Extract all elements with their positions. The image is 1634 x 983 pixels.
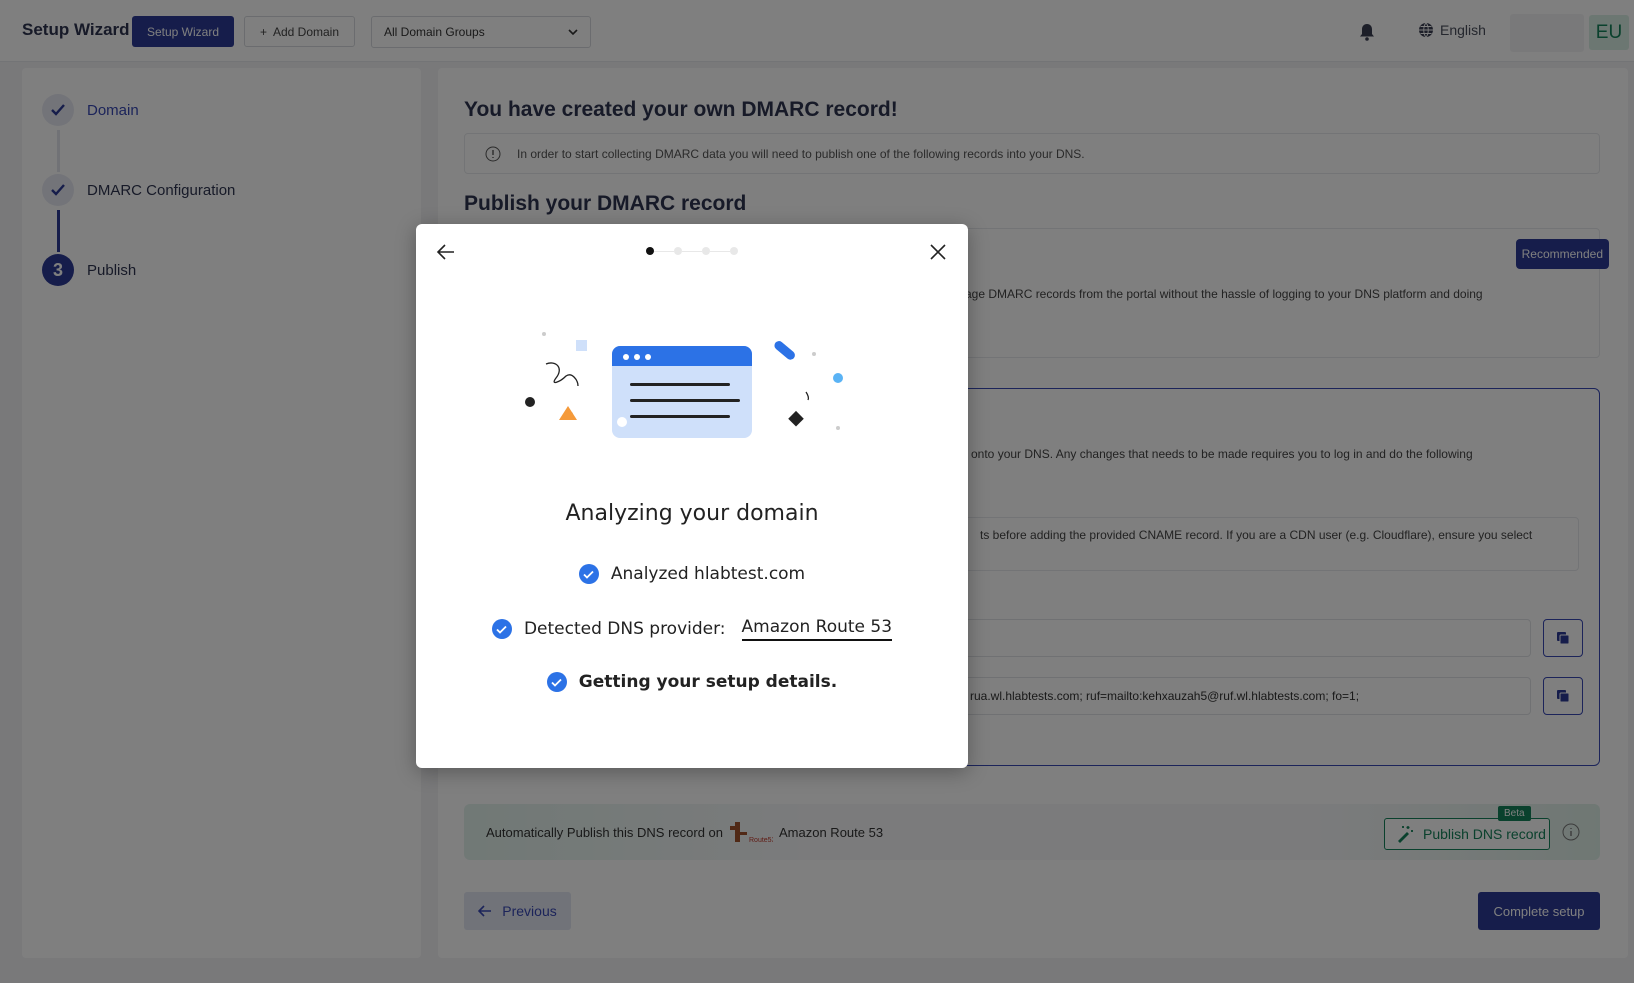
analyzing-domain-modal: Analyzing your domain Analyzed hlabtest.…: [416, 224, 968, 768]
arrow-left-icon[interactable]: [434, 240, 458, 264]
step-progress: [646, 247, 738, 255]
dns-provider-value[interactable]: Amazon Route 53: [741, 617, 893, 641]
close-icon[interactable]: [926, 240, 950, 264]
check-circle-icon: [578, 564, 599, 584]
analysis-text: Detected DNS provider:: [523, 619, 726, 639]
check-circle-icon: [546, 672, 567, 692]
browser-window-illustration: [525, 332, 843, 438]
progress-dot: [702, 247, 710, 255]
progress-dot: [646, 247, 654, 255]
analysis-text: Getting your setup details.: [578, 672, 838, 692]
progress-dot: [730, 247, 738, 255]
analysis-item: Detected DNS provider: Amazon Route 53: [416, 617, 968, 641]
analysis-text: Analyzed hlabtest.com: [610, 564, 806, 584]
analysis-item: Analyzed hlabtest.com: [416, 564, 968, 584]
check-circle-icon: [491, 619, 512, 639]
analysis-item: Getting your setup details.: [416, 672, 968, 692]
progress-dot: [674, 247, 682, 255]
modal-title: Analyzing your domain: [565, 501, 819, 526]
